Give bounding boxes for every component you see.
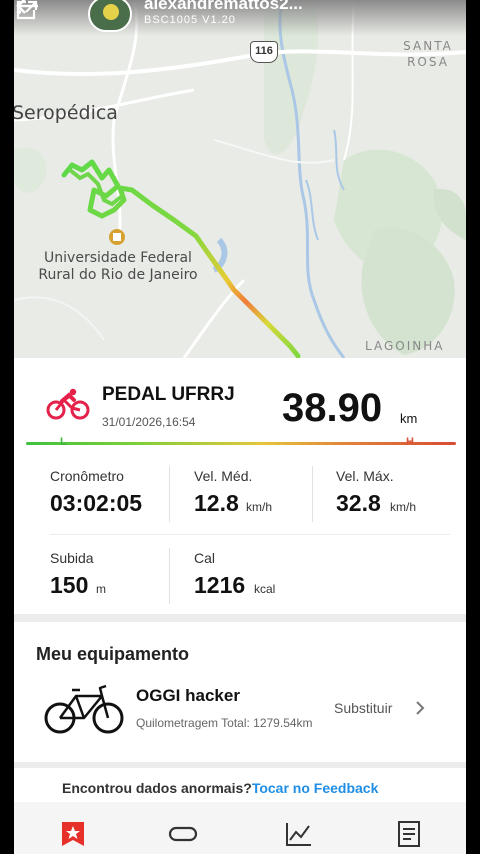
cal-label: Cal — [194, 550, 216, 566]
feedback-link[interactable]: Tocar no Feedback — [252, 780, 379, 796]
route-map[interactable]: alexandremattos2... BSC1005 V1.20 116 Se… — [14, 0, 466, 358]
star-icon[interactable] — [58, 820, 88, 848]
intensity-high-label: H — [406, 436, 414, 448]
chart-icon[interactable] — [284, 820, 314, 848]
activity-summary-card: PEDAL UFRRJ 31/01/2026,16:54 38.90 km L … — [14, 358, 466, 614]
cronometro-value: 03:02:05 — [50, 490, 143, 516]
divider — [50, 534, 450, 535]
more-icon[interactable] — [14, 0, 24, 22]
bottom-nav — [14, 802, 466, 854]
subida-label: Subida — [50, 550, 94, 566]
map-place-seropedica: Seropédica — [14, 102, 118, 124]
bike-icon — [46, 388, 90, 420]
report-icon[interactable] — [394, 820, 424, 848]
subida-value: 150 — [50, 572, 89, 598]
vel-max-unit: km/h — [390, 500, 417, 514]
divider — [312, 466, 313, 522]
intensity-bar — [26, 442, 456, 445]
equipment-card: Meu equipamento OGGI hacker Quilometrage… — [14, 622, 466, 762]
replace-equipment-button[interactable]: Substituir — [334, 700, 392, 716]
activity-title: PEDAL UFRRJ — [102, 384, 235, 405]
feedback-bar: Encontrou dados anormais?Tocar no Feedba… — [14, 768, 466, 802]
user-name: alexandremattos2... — [144, 0, 303, 13]
divider — [169, 548, 170, 604]
feedback-text: Encontrou dados anormais? — [62, 780, 252, 796]
distance-unit: km — [400, 411, 418, 426]
chevron-right-icon[interactable] — [414, 700, 426, 716]
equipment-total-distance: Quilometragem Total: 1279.54km — [136, 716, 313, 730]
vel-max-label: Vel. Máx. — [336, 468, 394, 484]
device-icon[interactable] — [168, 820, 198, 848]
cal-unit: kcal — [254, 582, 276, 596]
intensity-low-label: L — [60, 436, 67, 448]
map-place-lagoinha: LAGOINHA — [365, 339, 445, 353]
vel-med-unit: km/h — [246, 500, 273, 514]
equipment-title: Meu equipamento — [36, 644, 190, 664]
map-place-santa-rosa: SANTA ROSA — [403, 39, 453, 69]
map-place-university: Universidade Federal Rural do Rio de Jan… — [38, 250, 198, 283]
activity-date: 31/01/2026,16:54 — [102, 415, 196, 429]
divider — [169, 466, 170, 522]
vel-med-value: 12.8 — [194, 490, 239, 516]
cronometro-label: Cronômetro — [50, 468, 124, 484]
vel-max-value: 32.8 — [336, 490, 381, 516]
road-bike-icon — [44, 684, 124, 734]
feedback-prompt: Encontrou dados anormais?Tocar no Feedba… — [62, 780, 378, 796]
screen: alexandremattos2... BSC1005 V1.20 116 Se… — [14, 0, 466, 854]
vel-med-label: Vel. Méd. — [194, 468, 253, 484]
subida-unit: m — [96, 582, 106, 596]
distance-value: 38.90 — [282, 386, 383, 430]
cal-value: 1216 — [194, 572, 246, 598]
avatar[interactable] — [88, 0, 132, 32]
device-info: BSC1005 V1.20 — [144, 14, 236, 26]
road-shield: 116 — [250, 41, 278, 63]
equipment-name: OGGI hacker — [136, 686, 240, 705]
